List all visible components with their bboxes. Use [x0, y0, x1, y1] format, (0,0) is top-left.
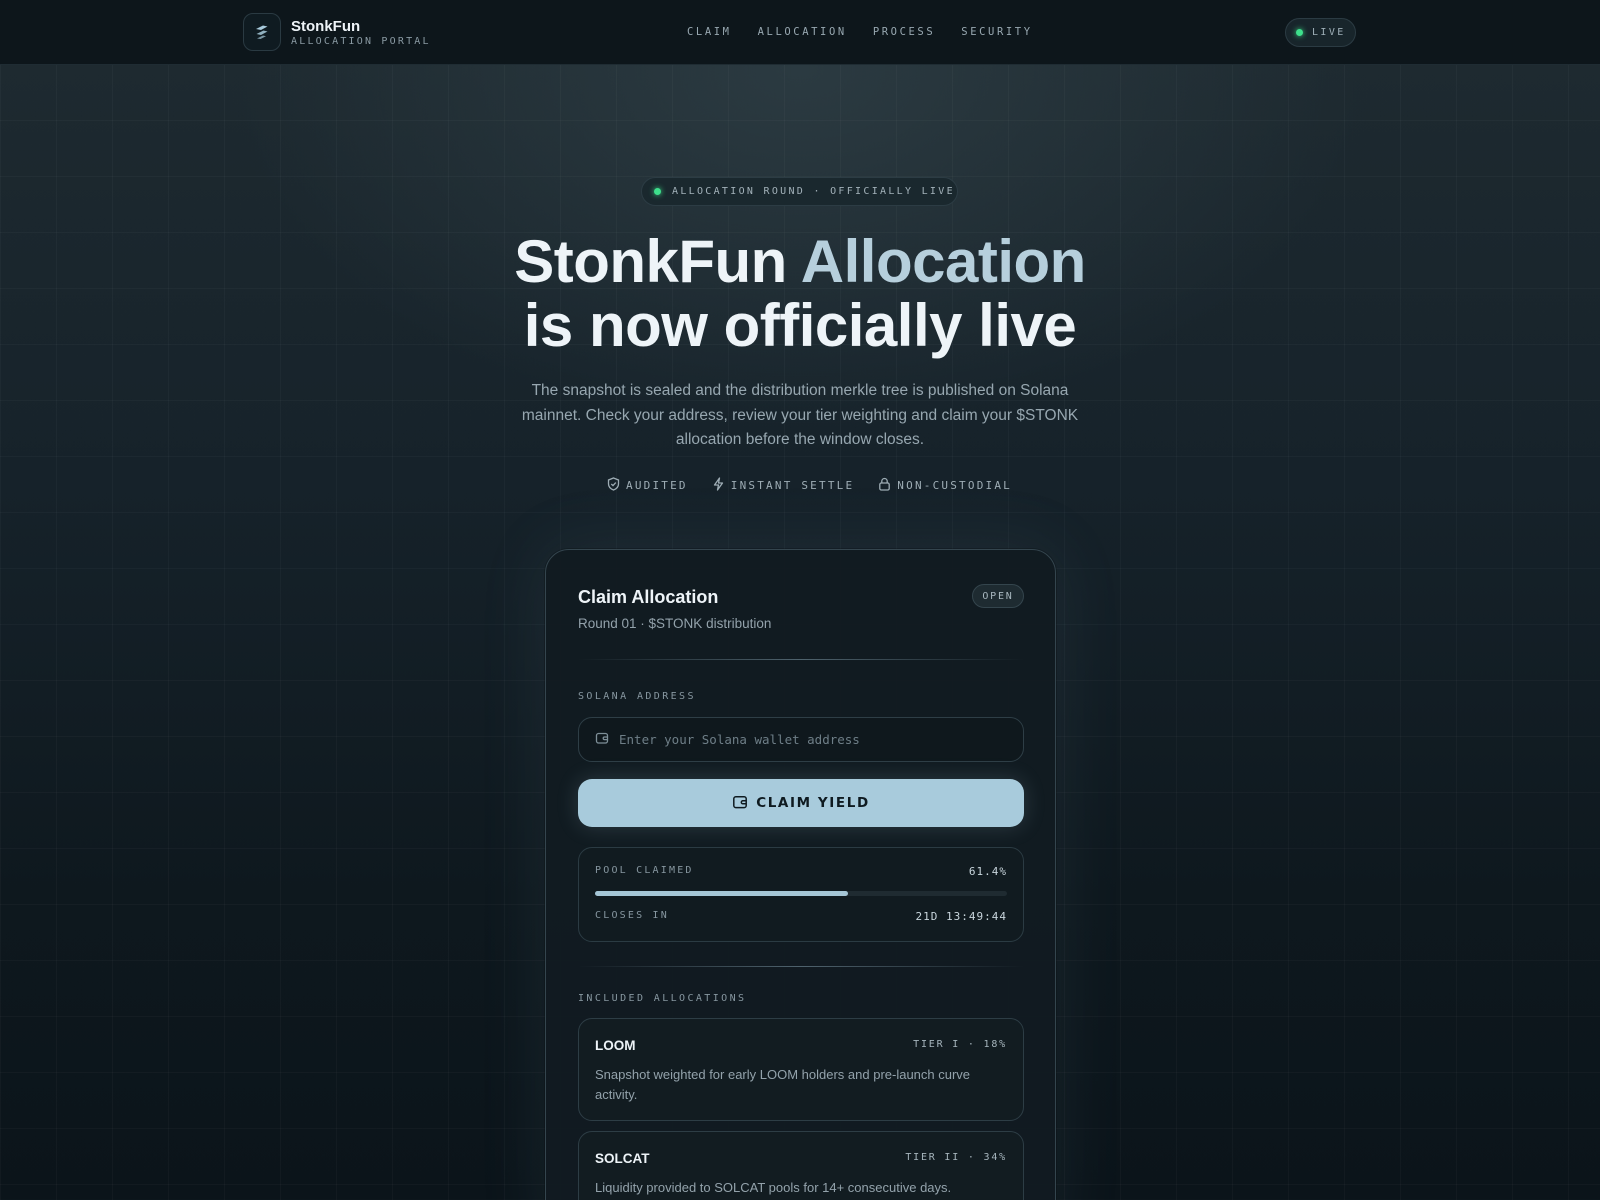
divider — [578, 659, 1024, 660]
nav-links: CLAIM ALLOCATION PROCESS SECURITY — [687, 26, 1059, 38]
nav-link-allocation[interactable]: ALLOCATION — [758, 26, 847, 38]
status-dot-icon — [654, 188, 661, 195]
allocation-item[interactable]: LOOM TIER I · 18% Snapshot weighted for … — [578, 1018, 1024, 1121]
live-dot-icon — [1296, 29, 1303, 36]
bolt-icon — [712, 476, 725, 495]
allocation-description: Liquidity provided to SOLCAT pools for 1… — [595, 1180, 952, 1195]
hero-description: The snapshot is sealed and the distribut… — [521, 382, 1079, 448]
divider — [578, 966, 1024, 967]
headline-part1: StonkFun — [514, 228, 801, 295]
allocation-name: SOLCAT — [595, 1151, 650, 1166]
page-title: StonkFun Allocation is now officially li… — [0, 230, 1600, 358]
solana-address-input[interactable] — [619, 732, 999, 747]
feature-list: AUDITED INSTANT SETTLE NON-CUSTODIAL — [607, 476, 1036, 495]
live-status-badge: LIVE — [1285, 18, 1356, 47]
allocation-description: Snapshot weighted for early LOOM holders… — [595, 1067, 971, 1102]
address-label: SOLANA ADDRESS — [578, 691, 696, 702]
nav-link-security[interactable]: SECURITY — [961, 26, 1032, 38]
feature-label: AUDITED — [626, 479, 688, 492]
lock-icon — [878, 476, 891, 495]
wallet-icon — [732, 794, 748, 813]
claim-button-label: CLAIM YIELD — [756, 795, 870, 811]
card-title: Claim Allocation — [578, 587, 719, 607]
brand-name: StonkFun — [291, 18, 361, 35]
shield-icon — [607, 476, 620, 495]
closes-in-label: CLOSES IN — [595, 910, 669, 921]
feature-label: INSTANT SETTLE — [730, 479, 855, 492]
pool-stats: POOL CLAIMED 61.4% CLOSES IN 21D 13:49:4… — [578, 847, 1024, 942]
headline-accent: Allocation — [800, 228, 1087, 295]
brand-subtitle: ALLOCATION PORTAL — [291, 36, 431, 47]
round-badge-label: ALLOCATION ROUND · OFFICIALLY LIVE — [672, 186, 955, 197]
address-field[interactable] — [578, 717, 1024, 762]
claim-card: Claim Allocation Round 01 · $STONK distr… — [545, 549, 1056, 1200]
pool-claimed-value: 61.4% — [968, 865, 1007, 878]
feature-audited: AUDITED — [607, 476, 688, 495]
status-badge: OPEN — [972, 584, 1024, 608]
allocation-tier: TIER II · 34% — [905, 1152, 1007, 1163]
included-allocations-label: INCLUDED ALLOCATIONS — [578, 993, 747, 1004]
allocation-name: LOOM — [595, 1038, 636, 1053]
feature-label: NON-CUSTODIAL — [897, 479, 1012, 492]
brand[interactable]: StonkFun ALLOCATION PORTAL — [243, 13, 431, 51]
pool-claimed-label: POOL CLAIMED — [595, 865, 694, 876]
round-status-badge: ALLOCATION ROUND · OFFICIALLY LIVE — [641, 177, 958, 206]
closes-in-countdown: 21D 13:49:44 — [915, 910, 1007, 923]
headline-line2: is now officially live — [523, 292, 1077, 359]
top-nav: StonkFun ALLOCATION PORTAL CLAIM ALLOCAT… — [0, 0, 1600, 65]
nav-link-claim[interactable]: CLAIM — [687, 26, 732, 38]
claim-yield-button[interactable]: CLAIM YIELD — [578, 779, 1024, 827]
allocation-tier: TIER I · 18% — [913, 1039, 1007, 1050]
wallet-icon — [595, 730, 609, 749]
nav-link-process[interactable]: PROCESS — [873, 26, 935, 38]
brand-logo-icon — [243, 13, 281, 51]
live-label: LIVE — [1312, 27, 1346, 38]
feature-non-custodial: NON-CUSTODIAL — [878, 476, 1012, 495]
pool-progress-bar — [595, 891, 1007, 896]
allocation-item[interactable]: SOLCAT TIER II · 34% Liquidity provided … — [578, 1131, 1024, 1200]
pool-progress-fill — [595, 891, 848, 896]
card-subtitle: Round 01 · $STONK distribution — [578, 616, 772, 631]
feature-instant-settle: INSTANT SETTLE — [712, 476, 855, 495]
